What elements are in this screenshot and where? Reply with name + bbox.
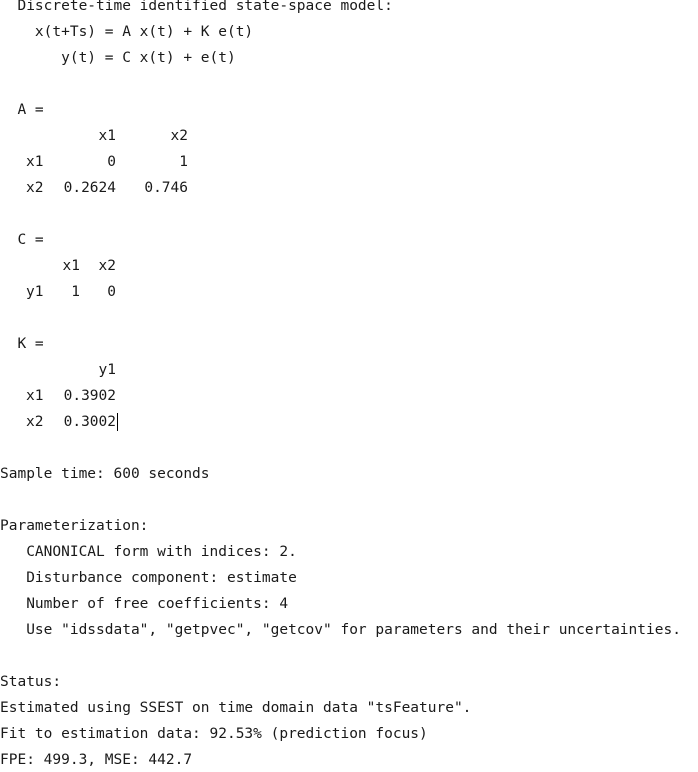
sample-time: Sample time: 600 seconds xyxy=(0,466,210,482)
parameterization-free-coefficients: Number of free coefficients: 4 xyxy=(0,596,289,612)
model-title: Discrete-time identified state-space mod… xyxy=(0,0,393,14)
matrix-a-col-header: x1 xyxy=(98,128,116,144)
matrix-c-value: 1 xyxy=(71,284,80,300)
parameterization-heading: Parameterization: xyxy=(0,518,149,534)
matrix-c-row-label: y1 xyxy=(26,284,44,300)
matrix-c-label: C = xyxy=(0,232,44,248)
matrix-k-row-label: x1 xyxy=(26,388,44,404)
matrix-a-value: 0.746 xyxy=(144,180,188,196)
output-equation: y(t) = C x(t) + e(t) xyxy=(0,50,236,66)
matrix-a-value: 0 xyxy=(107,154,116,170)
status-estimation: Estimated using SSEST on time domain dat… xyxy=(0,700,472,716)
status-heading: Status: xyxy=(0,674,62,690)
matrix-c-value: 0 xyxy=(107,284,116,300)
parameterization-disturbance: Disturbance component: estimate xyxy=(0,570,297,586)
state-equation: x(t+Ts) = A x(t) + K e(t) xyxy=(0,24,254,40)
matrix-a-value: 0.2624 xyxy=(63,180,116,196)
text-cursor xyxy=(117,413,118,431)
matrix-a-row-label: x2 xyxy=(26,180,44,196)
command-window-output[interactable]: Discrete-time identified state-space mod… xyxy=(0,0,698,768)
parameterization-form: CANONICAL form with indices: 2. xyxy=(0,544,297,560)
matrix-a-label: A = xyxy=(0,102,44,118)
matrix-a-value: 1 xyxy=(179,154,188,170)
parameterization-hint: Use "idssdata", "getpvec", "getcov" for … xyxy=(0,622,681,638)
matrix-k-row-label: x2 xyxy=(26,414,44,430)
status-fpe-mse: FPE: 499.3, MSE: 442.7 xyxy=(0,752,193,768)
matrix-c-col-header: x2 xyxy=(98,258,116,274)
status-fit: Fit to estimation data: 92.53% (predicti… xyxy=(0,726,428,742)
matrix-k-value: 0.3902 xyxy=(63,388,116,404)
matrix-c-col-header: x1 xyxy=(62,258,80,274)
matrix-a-col-header: x2 xyxy=(170,128,188,144)
matrix-a-row-label: x1 xyxy=(26,154,44,170)
matrix-k-col-header: y1 xyxy=(98,362,116,378)
matrix-k-value: 0.3002 xyxy=(63,414,116,430)
matrix-k-label: K = xyxy=(0,336,44,352)
